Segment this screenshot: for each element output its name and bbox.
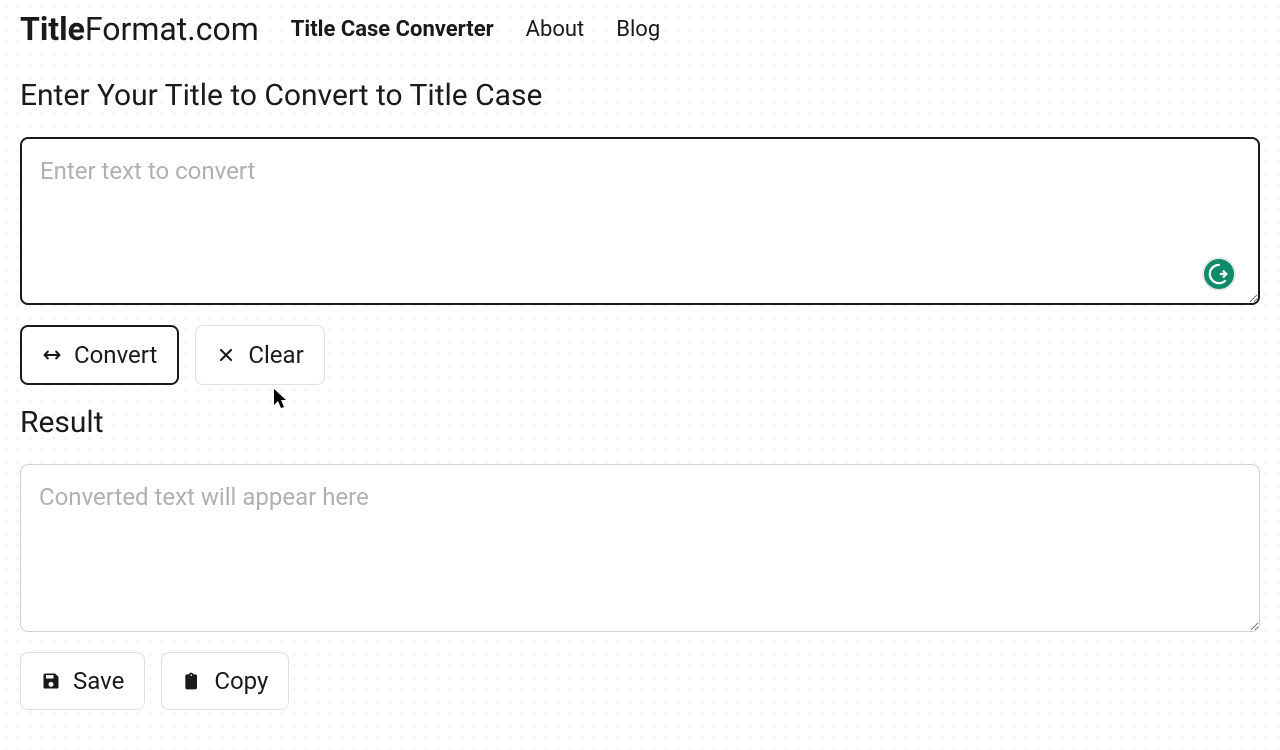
input-textarea[interactable] (20, 137, 1260, 305)
convert-button[interactable]: Convert (20, 325, 179, 385)
clear-label: Clear (248, 341, 303, 369)
nav: Title Case Converter About Blog (291, 17, 660, 42)
convert-label: Convert (74, 341, 157, 369)
grammarly-icon (1208, 263, 1230, 285)
logo-rest: Format.com (85, 10, 259, 48)
copy-label: Copy (214, 667, 268, 695)
main: Enter Your Title to Convert to Title Cas… (0, 58, 1280, 750)
input-wrapper (20, 137, 1260, 309)
logo-bold: Title (20, 10, 85, 48)
save-button[interactable]: Save (20, 652, 145, 710)
input-heading: Enter Your Title to Convert to Title Cas… (20, 78, 1260, 113)
nav-blog[interactable]: Blog (616, 17, 660, 42)
nav-about[interactable]: About (526, 17, 585, 42)
output-button-row: Save Copy (20, 652, 1260, 710)
grammarly-badge[interactable] (1202, 257, 1236, 291)
copy-button[interactable]: Copy (161, 652, 289, 710)
clear-button[interactable]: Clear (195, 325, 324, 385)
save-icon (41, 671, 61, 691)
close-icon (216, 345, 236, 365)
nav-converter[interactable]: Title Case Converter (291, 17, 494, 42)
header: TitleFormat.com Title Case Converter Abo… (0, 0, 1280, 58)
swap-icon (42, 345, 62, 365)
save-label: Save (73, 667, 124, 695)
logo[interactable]: TitleFormat.com (20, 10, 259, 48)
output-textarea[interactable] (20, 464, 1260, 632)
result-heading: Result (20, 405, 1260, 440)
output-wrapper (20, 464, 1260, 636)
clipboard-icon (182, 671, 202, 691)
input-button-row: Convert Clear (20, 325, 1260, 385)
